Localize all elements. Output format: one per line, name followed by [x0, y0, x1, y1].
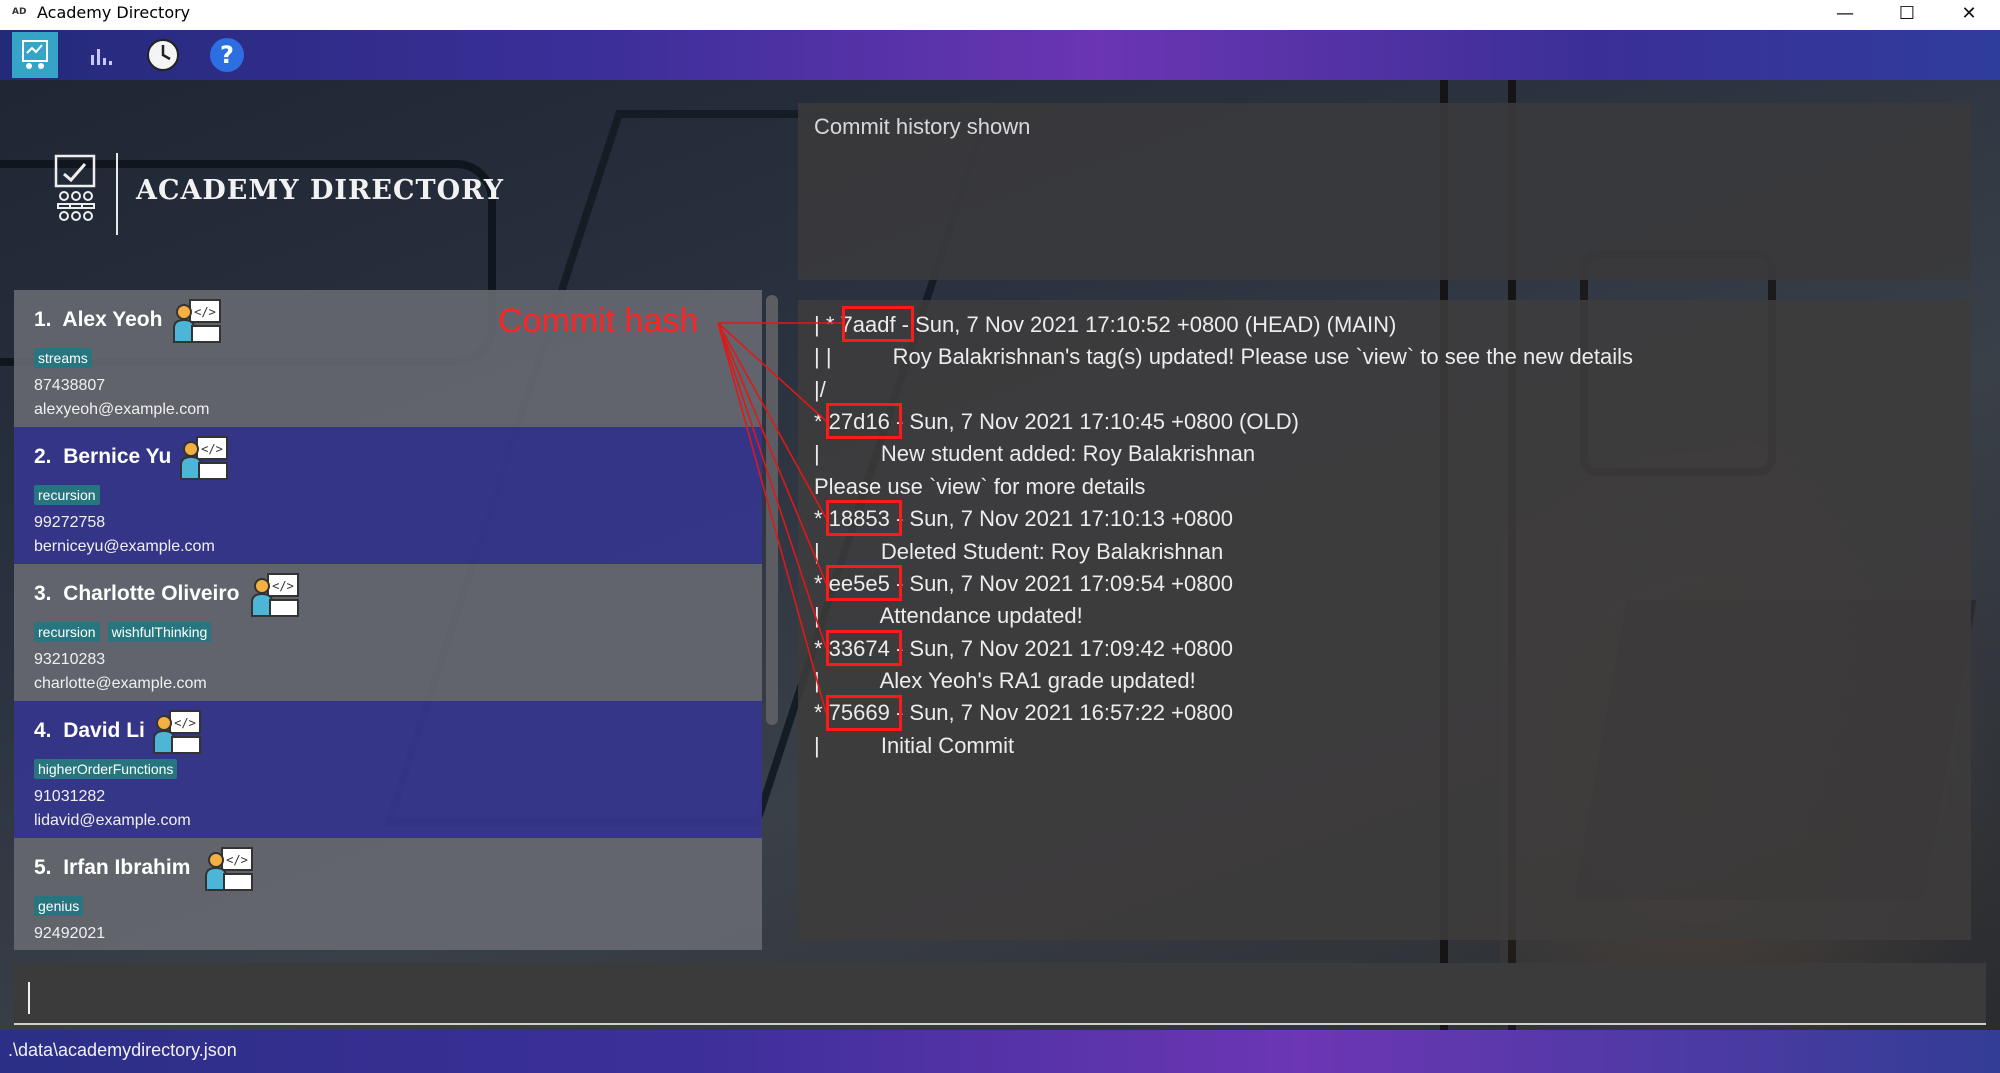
command-input[interactable]	[14, 963, 1986, 1025]
maximize-button[interactable]: ☐	[1878, 0, 1936, 26]
student-role-icon: </>	[204, 844, 256, 896]
academy-logo-icon	[54, 154, 96, 221]
commit-line: |/	[814, 377, 826, 402]
student-email: charlotte@example.com	[34, 675, 207, 692]
student-list[interactable]: 1. Alex Yeoh </> streams 87438807 alexye…	[14, 290, 762, 950]
result-text: Commit history shown	[814, 114, 1031, 139]
svg-text:</>: </>	[174, 716, 196, 730]
student-name: 1. Alex Yeoh	[34, 308, 163, 331]
student-phone: 91031282	[34, 788, 106, 805]
window-titlebar	[0, 0, 2000, 30]
logo-divider	[116, 153, 118, 235]
svg-text:</>: </>	[272, 579, 294, 593]
student-tag: streams	[34, 348, 92, 368]
commit-line: | Deleted Student: Roy Balakrishnan	[814, 539, 1224, 564]
close-button[interactable]: ✕	[1940, 0, 1998, 26]
student-role-icon: </>	[250, 570, 302, 622]
minimize-button[interactable]: —	[1816, 0, 1874, 26]
svg-text:</>: </>	[226, 853, 248, 867]
app-icon: AD	[12, 7, 27, 17]
student-email: lidavid@example.com	[34, 812, 191, 829]
commit-hash-highlight	[826, 500, 902, 536]
student-tag: wishfulThinking	[107, 622, 212, 642]
student-role-icon: </>	[179, 433, 231, 485]
student-name: 4. David Li	[34, 719, 145, 742]
status-file-path: .\data\academydirectory.json	[8, 1040, 237, 1060]
clock-icon[interactable]	[142, 34, 184, 76]
student-tag: recursion	[34, 485, 100, 505]
student-role-icon: </>	[172, 296, 224, 348]
commit-line: | | Roy Balakrishnan's tag(s) updated! P…	[814, 344, 1634, 369]
commit-line: Please use `view` for more details	[814, 474, 1146, 499]
student-tag: higherOrderFunctions	[34, 759, 178, 779]
commit-line: | New student added: Roy Balakrishnan	[814, 441, 1256, 466]
student-name: 3. Charlotte Oliveiro	[34, 582, 240, 605]
commit-line: | Alex Yeoh's RA1 grade updated!	[814, 668, 1196, 693]
commit-line: | Attendance updated!	[814, 603, 1083, 628]
student-phone: 93210283	[34, 651, 106, 668]
student-phone: 87438807	[34, 377, 106, 394]
directory-icon[interactable]	[12, 32, 58, 78]
toolbar	[0, 30, 2000, 80]
student-card[interactable]: 3. Charlotte Oliveiro </> recursion wish…	[14, 564, 762, 701]
svg-text:</>: </>	[194, 305, 216, 319]
help-icon[interactable]: ?	[206, 34, 248, 76]
list-scrollbar[interactable]	[766, 295, 778, 725]
commit-hash-highlight	[826, 565, 902, 601]
window-title: Academy Directory	[37, 3, 191, 22]
student-name: 5. Irfan Ibrahim	[34, 856, 191, 879]
svg-text:</>: </>	[201, 442, 223, 456]
svg-text:?: ?	[220, 41, 234, 69]
student-role-icon: </>	[152, 707, 204, 759]
student-tag: genius	[34, 896, 84, 916]
commit-hash-highlight	[826, 403, 902, 439]
commit-hash-highlight	[826, 695, 902, 731]
commit-hash-annotation: Commit hash	[498, 302, 699, 340]
commit-line: | Initial Commit	[814, 733, 1015, 758]
student-tag: recursion	[34, 622, 100, 642]
student-card[interactable]: 4. David Li </> higherOrderFunctions 910…	[14, 701, 762, 838]
student-phone: 99272758	[34, 514, 106, 531]
status-bar	[0, 1030, 2000, 1073]
text-cursor	[28, 982, 30, 1014]
student-email: alexyeoh@example.com	[34, 401, 210, 418]
bar-chart-icon[interactable]	[80, 34, 122, 76]
commit-hash-highlight	[842, 306, 914, 342]
student-email: berniceyu@example.com	[34, 538, 215, 555]
student-card[interactable]: 2. Bernice Yu </> recursion 99272758 ber…	[14, 427, 762, 564]
student-phone: 92492021	[34, 925, 106, 942]
student-card[interactable]: 5. Irfan Ibrahim </> genius 92492021	[14, 838, 762, 950]
commit-hash-highlight	[826, 630, 902, 666]
student-name: 2. Bernice Yu	[34, 445, 172, 468]
brand-title: ACADEMY DIRECTORY	[136, 175, 504, 206]
